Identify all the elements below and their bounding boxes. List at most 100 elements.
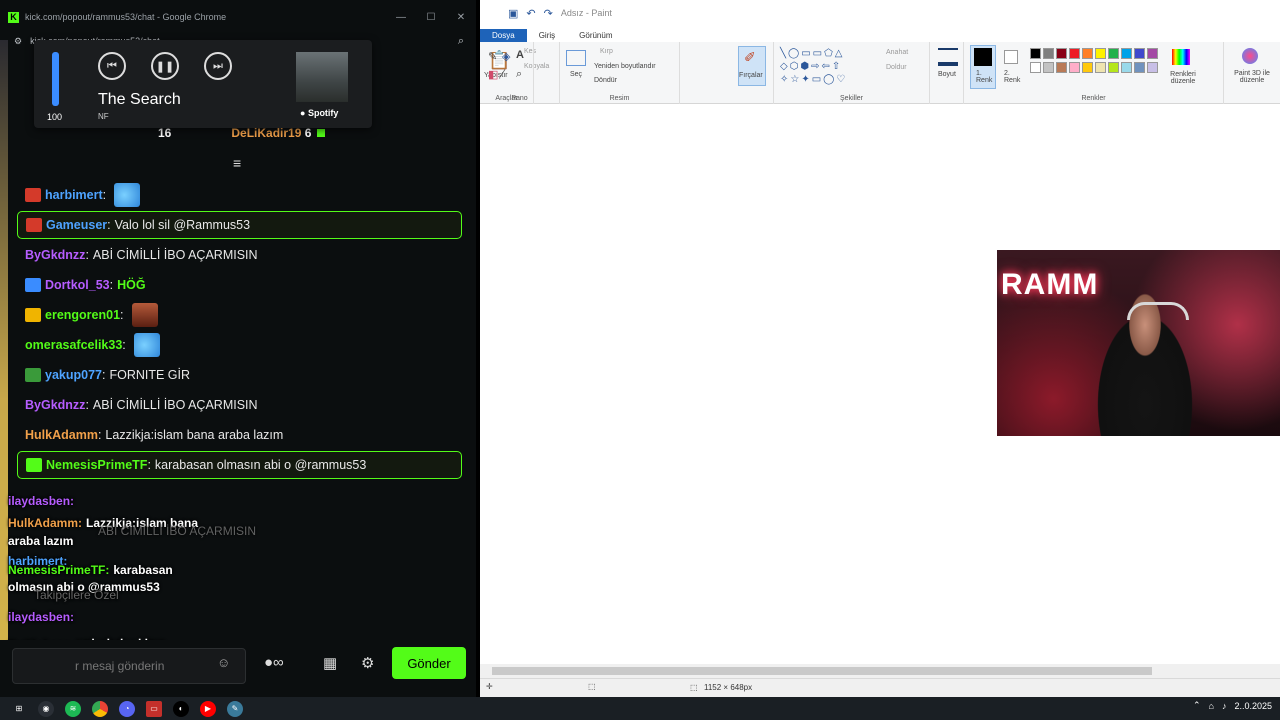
edit-colors-icon[interactable] [1172,49,1190,65]
palette-swatch[interactable] [1095,48,1106,59]
overlay-line: araba lazım [8,534,73,548]
windows-start-icon[interactable]: ⊞ [11,701,27,717]
close-icon[interactable]: ✕ [446,12,476,23]
palette-swatch[interactable] [1069,62,1080,73]
fill-button[interactable]: Doldur [886,64,907,71]
chat-username[interactable]: yakup077 [45,368,102,382]
palette-swatch[interactable] [1108,48,1119,59]
kick-logo-icon: K [8,11,19,23]
pause-button[interactable]: ❚❚ [151,52,179,80]
size-icon[interactable] [938,48,958,66]
next-track-button[interactable]: ⏭ [204,52,232,80]
speaker-icon[interactable]: ♪ [1222,701,1227,711]
paint3d-button[interactable]: Paint 3D ile düzenle [1224,70,1280,84]
magnifier-icon[interactable]: ⌕ [516,68,522,81]
palette-swatch[interactable] [1056,48,1067,59]
resize-button[interactable]: Yeniden boyutlandır [594,63,656,70]
palette-swatch[interactable] [1147,62,1158,73]
scrollbar-thumb[interactable] [492,667,1152,675]
shapes-gallery-row2-icon[interactable]: ◇⬡⬢⇨⇦⇧ [780,61,842,72]
chat-username[interactable]: Dortkol_53 [45,278,110,292]
color1-label: 1. Renk [976,70,993,84]
tab-home[interactable]: Giriş [527,29,567,42]
points-icon[interactable]: ●∞ [264,654,284,671]
track-title: The Search [98,91,181,108]
obs-icon[interactable]: ◉ [38,700,54,717]
select-icon[interactable] [566,50,586,66]
rotate-button[interactable]: Döndür [594,77,617,84]
palette-swatch[interactable] [1043,62,1054,73]
text-icon[interactable]: A [516,49,524,61]
edit-colors-button[interactable]: Renkleri düzenle [1168,71,1198,85]
collapse-pinned-icon[interactable]: ≡ [233,155,241,171]
palette-swatch[interactable] [1030,62,1041,73]
undo-icon[interactable]: ↶ [526,7,535,20]
emote-face-icon [131,303,158,327]
select-button[interactable]: Seç [570,71,582,78]
chat-username[interactable]: harbimert [45,188,103,202]
volume-slider[interactable] [52,52,59,106]
redo-icon[interactable]: ↷ [544,7,553,20]
store-icon[interactable]: ▦ [323,654,337,672]
palette-swatch[interactable] [1134,48,1145,59]
paint3d-icon[interactable] [1242,48,1258,64]
palette-swatch[interactable] [1121,48,1132,59]
maximize-icon[interactable]: ☐ [416,12,446,23]
chat-username[interactable]: erengoren01 [45,308,120,322]
album-art [296,52,348,102]
site-settings-icon[interactable]: ⚙ [14,36,22,47]
chat-username[interactable]: ByGkdnzz [25,398,85,412]
crop-button[interactable]: Kırp [600,48,613,55]
tab-view[interactable]: Görünüm [567,29,624,42]
gear-icon[interactable]: ⚙ [361,654,374,672]
chat-colon: : [85,248,89,262]
palette-swatch[interactable] [1095,62,1106,73]
chat-input[interactable]: r mesaj gönderin [12,648,246,684]
fill-icon[interactable]: ◈ [502,50,510,63]
youtube-icon[interactable]: ▶ [200,700,216,717]
palette-swatch[interactable] [1082,48,1093,59]
pencil-icon[interactable]: ✎ [488,50,497,63]
color1-swatch [974,48,992,66]
chat-username[interactable]: HulkAdamm [25,428,98,442]
tray-chevron-icon[interactable]: ⌃ [1193,700,1201,711]
palette-swatch[interactable] [1108,62,1119,73]
group-label-tools: Araçlar [495,95,518,102]
palette-swatch[interactable] [1056,62,1067,73]
github-icon[interactable]: ◐ [173,700,189,717]
palette-swatch[interactable] [1147,48,1158,59]
picker-icon[interactable]: ⁄ [502,68,504,80]
chat-username[interactable]: NemesisPrimeTF [46,458,147,472]
zoom-icon[interactable]: ⌕ [458,35,464,48]
outline-button[interactable]: Anahat [886,49,908,56]
previous-track-button[interactable]: ⏮ [98,52,126,80]
palette-swatch[interactable] [1121,62,1132,73]
size-button[interactable]: Boyut [938,71,956,78]
palette-swatch[interactable] [1069,48,1080,59]
save-icon[interactable]: ▣ [508,7,518,20]
chat-username[interactable]: ByGkdnzz [25,248,85,262]
chrome-icon[interactable] [92,700,108,717]
chat-username[interactable]: omerasafcelik33 [25,338,122,352]
paint-taskbar-icon[interactable]: ✎ [227,700,243,717]
shapes-gallery-icon[interactable]: ╲◯▭▭⬠△ [780,48,845,59]
spotify-icon[interactable]: ≋ [65,700,81,717]
palette-swatch[interactable] [1030,48,1041,59]
chat-text: karabasan olmasın abi o @rammus53 [154,458,367,472]
clock-date[interactable]: 2..0.2025 [1234,701,1272,711]
emoji-icon[interactable]: ☺ [217,655,230,670]
send-button[interactable]: Gönder [392,647,466,679]
network-icon[interactable]: ⌂ [1209,701,1214,711]
palette-swatch[interactable] [1134,62,1145,73]
tab-file[interactable]: Dosya [480,29,527,42]
minimize-icon[interactable]: — [386,12,416,23]
color2-swatch[interactable] [1004,50,1018,64]
palette-swatch[interactable] [1082,62,1093,73]
horizontal-scrollbar[interactable] [480,664,1280,678]
chat-username[interactable]: Gameuser [46,218,107,232]
eraser-icon[interactable]: ◧ [488,68,498,81]
app-icon[interactable]: ▭ [146,700,162,717]
shapes-gallery-row3-icon[interactable]: ✧☆✦▭◯♡ [780,74,847,85]
palette-swatch[interactable] [1043,48,1054,59]
discord-icon[interactable]: ◔ [119,700,135,717]
